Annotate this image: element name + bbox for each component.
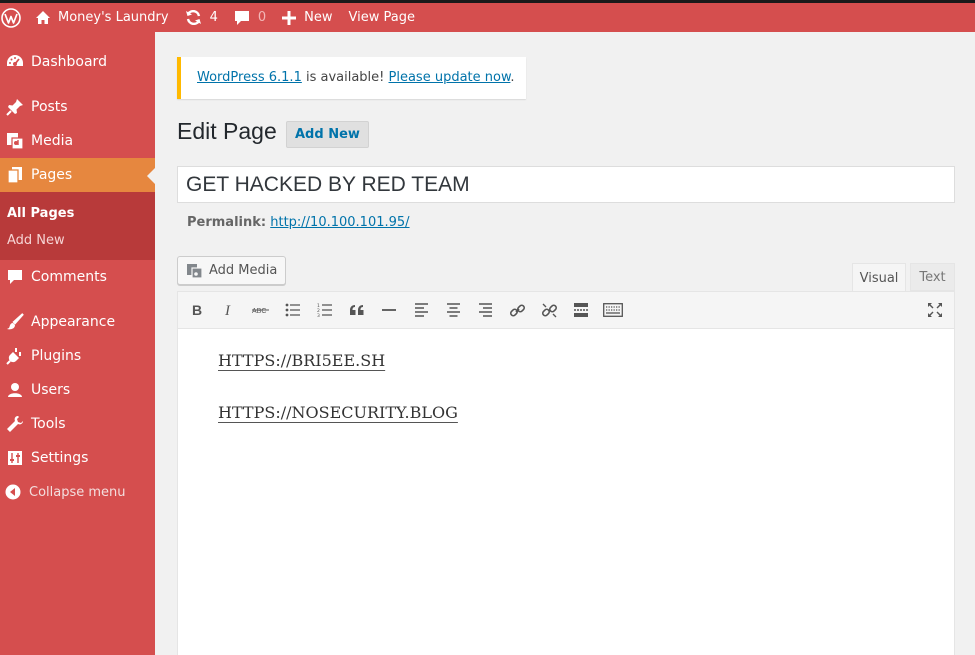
update-notice: WordPress 6.1.1 is available! Please upd… bbox=[177, 57, 526, 99]
add-new-page-button[interactable]: Add New bbox=[286, 121, 369, 148]
tab-text[interactable]: Text bbox=[910, 263, 955, 291]
sidebar-item-label: Comments bbox=[31, 269, 107, 285]
svg-text:3: 3 bbox=[317, 313, 320, 317]
editor-link-text[interactable]: HTTPS://NOSECURITY.BLOG bbox=[218, 403, 458, 422]
toolbar-toggle-icon[interactable] bbox=[600, 298, 626, 322]
sidebar-item-label: Tools bbox=[31, 416, 66, 432]
comment-icon bbox=[4, 267, 26, 287]
tab-visual[interactable]: Visual bbox=[852, 263, 906, 292]
media-icon bbox=[186, 263, 203, 279]
strikethrough-icon[interactable]: ABC bbox=[248, 298, 274, 322]
editor-paragraph: HTTPS://BRI5EE.SH bbox=[218, 351, 914, 370]
sidebar-item-label: Posts bbox=[31, 99, 68, 115]
pin-icon bbox=[4, 97, 26, 117]
post-title-input[interactable]: GET HACKED BY RED TEAM bbox=[177, 166, 955, 203]
new-label: New bbox=[304, 10, 333, 25]
user-icon bbox=[4, 380, 26, 400]
align-right-icon[interactable] bbox=[472, 298, 498, 322]
collapse-menu-label: Collapse menu bbox=[29, 484, 126, 500]
permalink-url[interactable]: http://10.100.101.95/ bbox=[270, 215, 409, 230]
editor-content-area[interactable]: HTTPS://BRI5EE.SH HTTPS://NOSECURITY.BLO… bbox=[178, 329, 954, 477]
site-name-link[interactable]: Money's Laundry bbox=[27, 3, 177, 32]
comments-link[interactable]: 0 bbox=[226, 3, 274, 32]
new-content-link[interactable]: New bbox=[274, 3, 340, 32]
notice-end: . bbox=[510, 70, 515, 85]
comment-bubble-icon bbox=[234, 10, 250, 26]
permalink: Permalink: http://10.100.101.95/ bbox=[187, 215, 410, 230]
comments-count: 0 bbox=[257, 10, 267, 25]
bullet-list-icon[interactable] bbox=[280, 298, 306, 322]
add-media-label: Add Media bbox=[209, 263, 278, 278]
bold-icon[interactable]: B bbox=[184, 298, 210, 322]
sidebar-item-tools[interactable]: Tools bbox=[0, 407, 155, 441]
sidebar-item-pages[interactable]: Pages bbox=[0, 158, 155, 192]
sidebar-item-label: Media bbox=[31, 133, 74, 149]
dashboard-icon bbox=[4, 52, 26, 72]
sidebar-item-settings[interactable]: Settings bbox=[0, 441, 155, 475]
notice-text: is available! bbox=[301, 70, 389, 85]
brush-icon bbox=[4, 312, 26, 332]
wordpress-logo-icon[interactable] bbox=[0, 3, 27, 32]
wordpress-version-link[interactable]: WordPress 6.1.1 bbox=[197, 70, 302, 85]
page-title: Edit Page bbox=[177, 118, 277, 144]
home-icon bbox=[35, 10, 51, 25]
updates-icon bbox=[185, 10, 202, 25]
sidebar-item-label: Dashboard bbox=[31, 54, 107, 70]
permalink-label: Permalink: bbox=[187, 215, 267, 230]
plug-icon bbox=[4, 346, 26, 366]
wrench-icon bbox=[4, 414, 26, 434]
sidebar-item-label: Appearance bbox=[31, 314, 116, 330]
link-icon[interactable] bbox=[504, 298, 530, 322]
add-media-button[interactable]: Add Media bbox=[177, 256, 287, 285]
align-center-icon[interactable] bbox=[440, 298, 466, 322]
pages-icon bbox=[4, 165, 26, 185]
admin-sidebar: Dashboard Posts Media Pages All Pages Ad… bbox=[0, 32, 155, 655]
sidebar-item-label: Settings bbox=[31, 450, 89, 466]
main-content: WordPress 6.1.1 is available! Please upd… bbox=[155, 32, 975, 655]
sidebar-item-posts[interactable]: Posts bbox=[0, 90, 155, 124]
align-left-icon[interactable] bbox=[408, 298, 434, 322]
sidebar-item-dashboard[interactable]: Dashboard bbox=[0, 45, 155, 79]
updates-count: 4 bbox=[209, 10, 218, 25]
update-now-link[interactable]: Please update now bbox=[389, 70, 511, 85]
fullscreen-icon[interactable] bbox=[922, 298, 948, 322]
blockquote-icon[interactable] bbox=[344, 298, 370, 322]
svg-text:ABC: ABC bbox=[252, 308, 266, 315]
sidebar-item-media[interactable]: Media bbox=[0, 124, 155, 158]
sliders-icon bbox=[4, 448, 26, 468]
editor-link-text[interactable]: HTTPS://BRI5EE.SH bbox=[218, 351, 385, 370]
sidebar-item-plugins[interactable]: Plugins bbox=[0, 339, 155, 373]
admin-bar: Money's Laundry 4 0 New View Page bbox=[0, 0, 975, 32]
sidebar-item-label: Users bbox=[31, 382, 71, 398]
content-editor: B I ABC 123 HTTPS://BRI5EE.SH HTTPS://NO… bbox=[177, 291, 955, 655]
plus-icon bbox=[282, 10, 297, 25]
svg-text:B: B bbox=[192, 303, 202, 317]
sidebar-item-users[interactable]: Users bbox=[0, 373, 155, 407]
collapse-arrow-icon bbox=[4, 484, 22, 500]
sidebar-item-appearance[interactable]: Appearance bbox=[0, 305, 155, 339]
sidebar-item-comments[interactable]: Comments bbox=[0, 260, 155, 294]
numbered-list-icon[interactable]: 123 bbox=[312, 298, 338, 322]
updates-link[interactable]: 4 bbox=[177, 3, 226, 32]
editor-paragraph: HTTPS://NOSECURITY.BLOG bbox=[218, 403, 914, 422]
pages-submenu: All Pages Add New bbox=[0, 192, 155, 260]
sidebar-item-label: Pages bbox=[31, 167, 73, 183]
submenu-add-new[interactable]: Add New bbox=[0, 227, 155, 254]
collapse-menu-button[interactable]: Collapse menu bbox=[0, 475, 155, 509]
view-page-label: View Page bbox=[348, 10, 415, 25]
sidebar-item-label: Plugins bbox=[31, 348, 82, 364]
editor-toolbar: B I ABC 123 bbox=[178, 292, 954, 329]
svg-text:I: I bbox=[224, 303, 231, 317]
read-more-icon[interactable] bbox=[568, 298, 594, 322]
site-name: Money's Laundry bbox=[58, 10, 169, 25]
unlink-icon[interactable] bbox=[536, 298, 562, 322]
horizontal-line-icon[interactable] bbox=[376, 298, 402, 322]
view-page-link[interactable]: View Page bbox=[340, 3, 422, 32]
submenu-all-pages[interactable]: All Pages bbox=[0, 200, 155, 227]
italic-icon[interactable]: I bbox=[216, 298, 242, 322]
media-icon bbox=[4, 131, 26, 151]
